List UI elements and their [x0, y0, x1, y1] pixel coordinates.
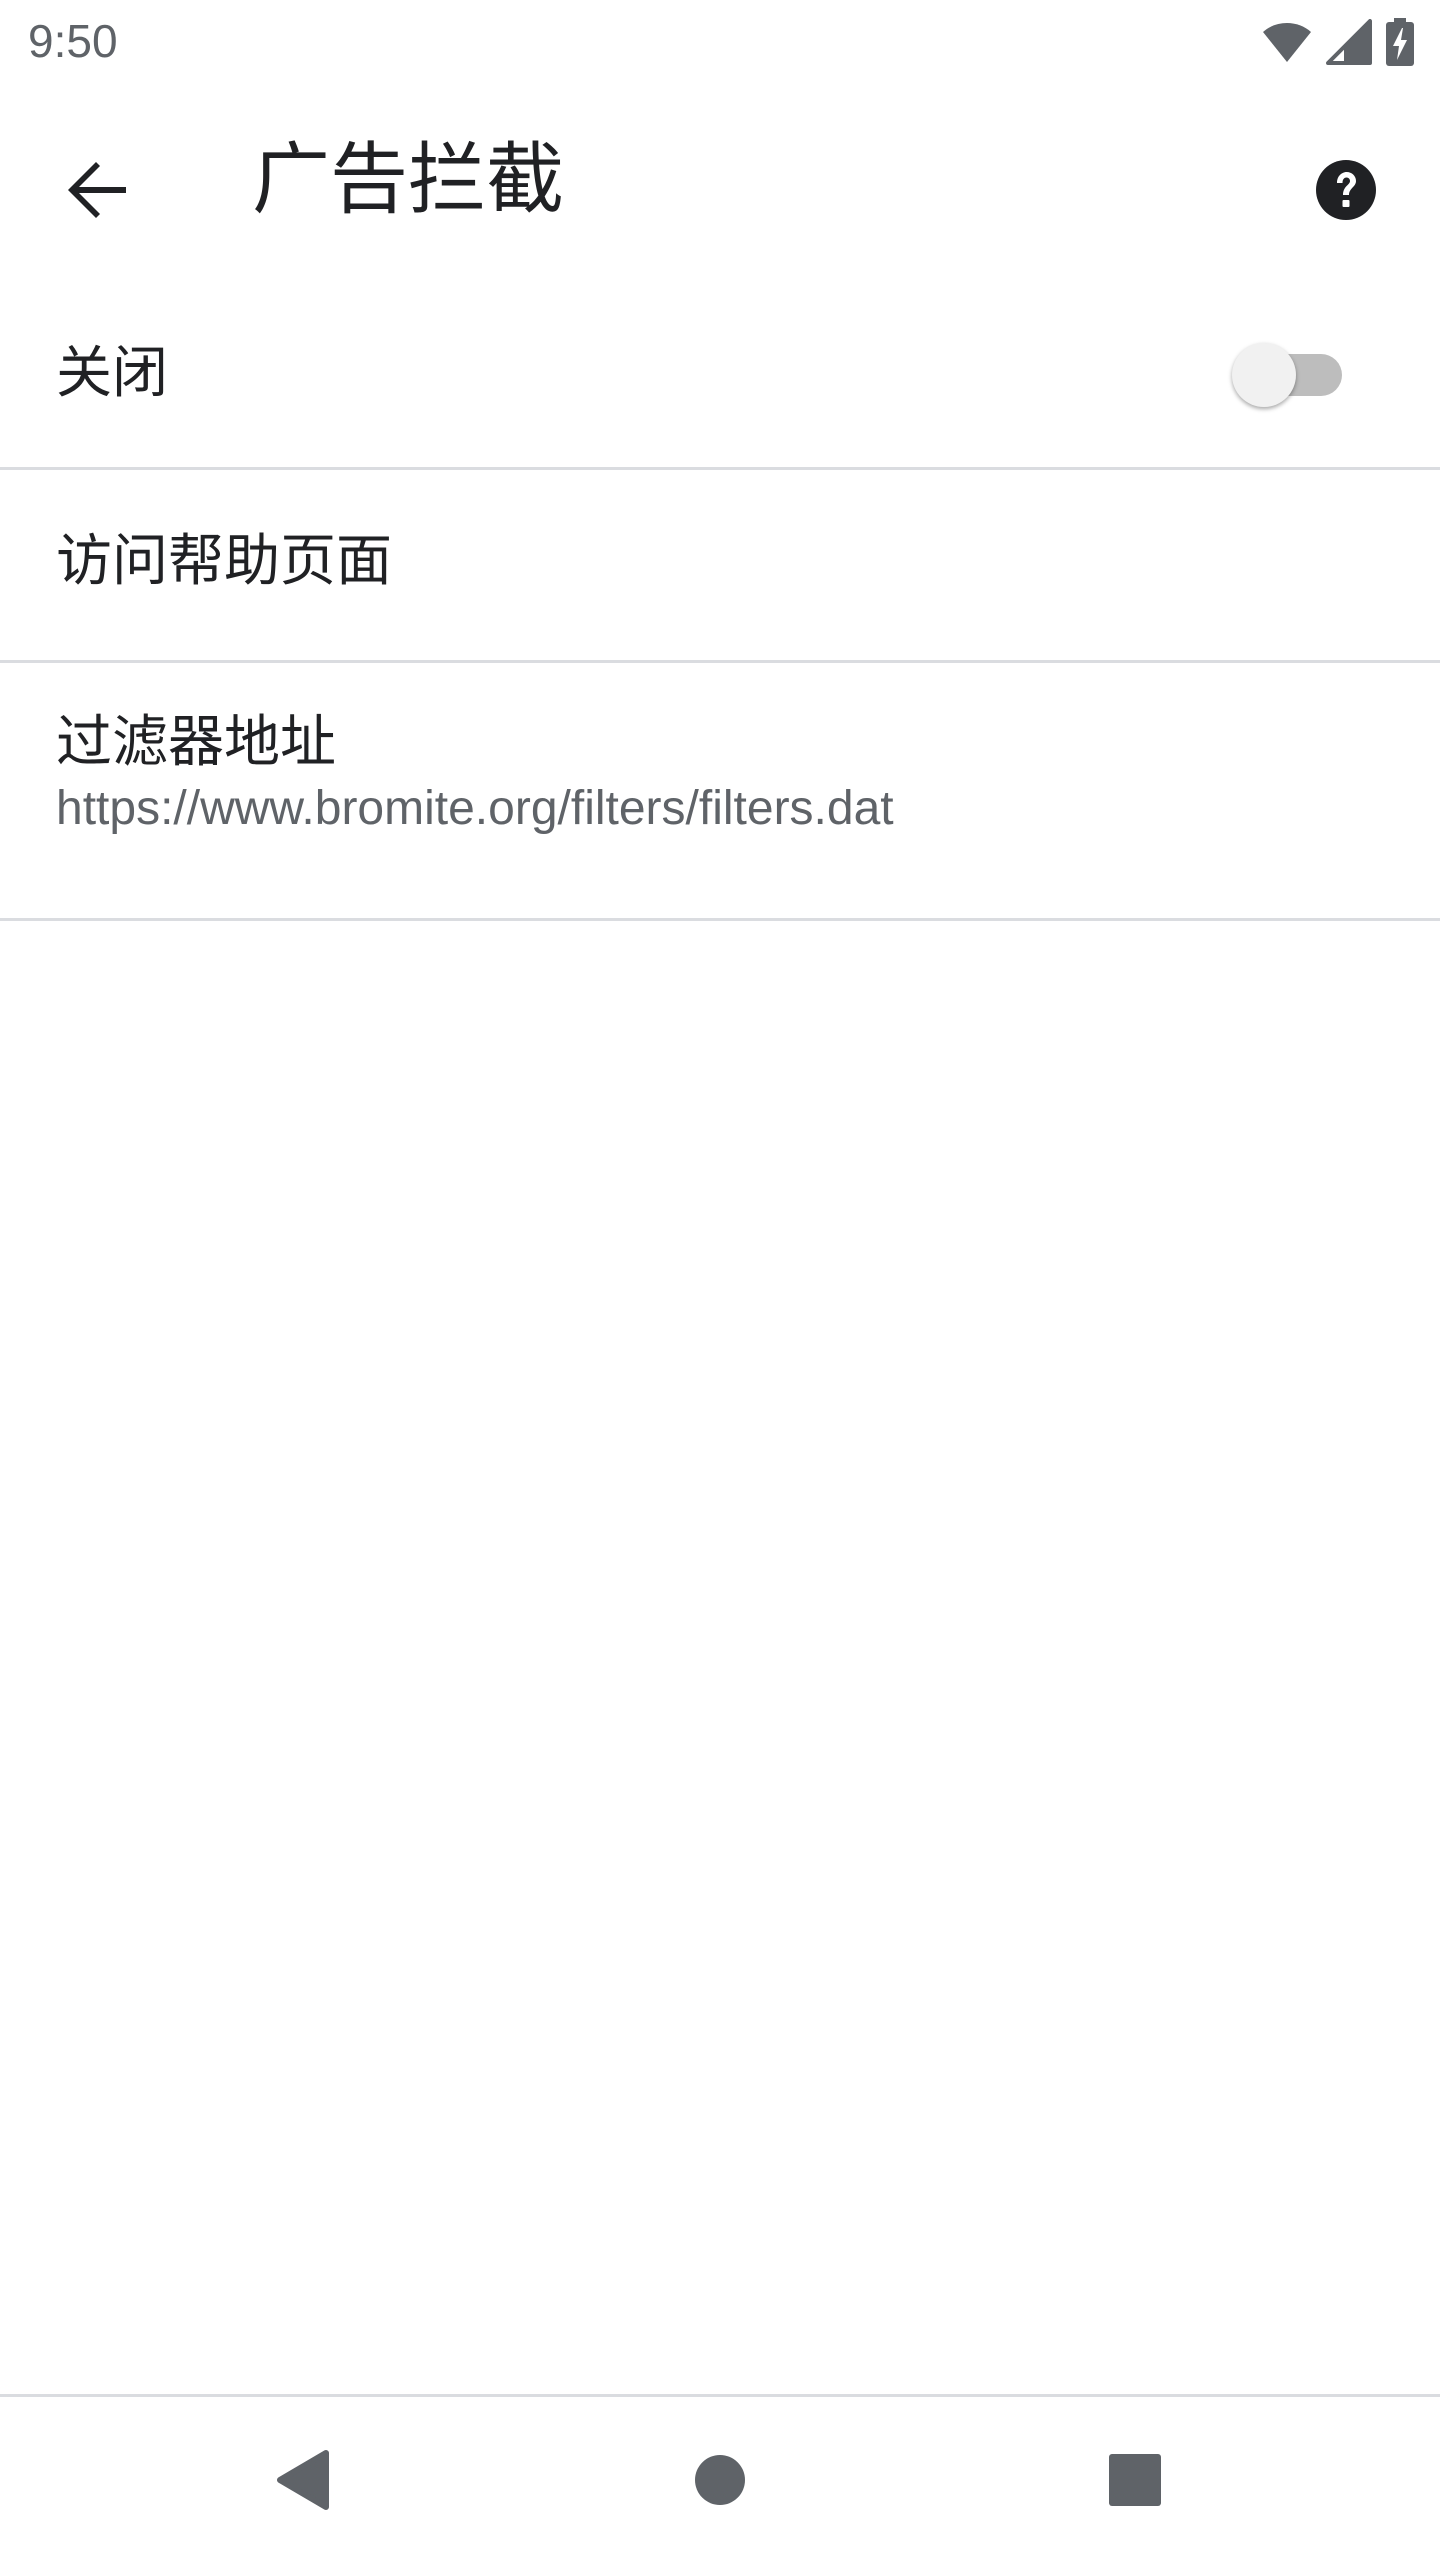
filter-url-row[interactable]: 过滤器地址 https://www.bromite.org/filters/fi…: [0, 663, 1440, 921]
nav-recents-button[interactable]: [1080, 2427, 1190, 2537]
adblock-toggle-row[interactable]: 关闭: [0, 280, 1440, 470]
cell-signal-icon: [1326, 19, 1372, 65]
battery-charging-icon: [1386, 18, 1414, 66]
adblock-switch[interactable]: [1232, 340, 1348, 410]
nav-recents-icon: [1108, 2453, 1162, 2511]
help-circle-icon: [1315, 159, 1377, 225]
status-time: 9:50: [28, 15, 118, 67]
arrow-back-icon: [66, 158, 130, 226]
help-page-label: 访问帮助页面: [56, 529, 392, 594]
app-bar: 广告拦截: [0, 84, 1440, 280]
screen: 9:50 广告拦截 关闭 访问帮助页面 过滤器地址 https://www.br…: [0, 0, 1440, 2560]
settings-list: 关闭 访问帮助页面 过滤器地址 https://www.bromite.org/…: [0, 280, 1440, 921]
status-bar: 9:50: [0, 0, 1440, 84]
filter-url-label: 过滤器地址: [56, 710, 336, 775]
nav-home-icon: [694, 2454, 746, 2510]
nav-home-button[interactable]: [665, 2427, 775, 2537]
back-button[interactable]: [40, 134, 156, 250]
filter-url-value: https://www.bromite.org/filters/filters.…: [56, 782, 894, 835]
nav-back-button[interactable]: [247, 2427, 357, 2537]
adblock-toggle-label: 关闭: [56, 341, 168, 406]
nav-back-icon: [274, 2449, 330, 2515]
help-button[interactable]: [1292, 138, 1400, 246]
page-title: 广告拦截: [252, 135, 565, 225]
nav-bar: [0, 2397, 1440, 2560]
wifi-icon: [1262, 20, 1312, 64]
switch-thumb: [1232, 343, 1296, 407]
help-page-row[interactable]: 访问帮助页面: [0, 470, 1440, 663]
status-icons: [1262, 18, 1414, 66]
